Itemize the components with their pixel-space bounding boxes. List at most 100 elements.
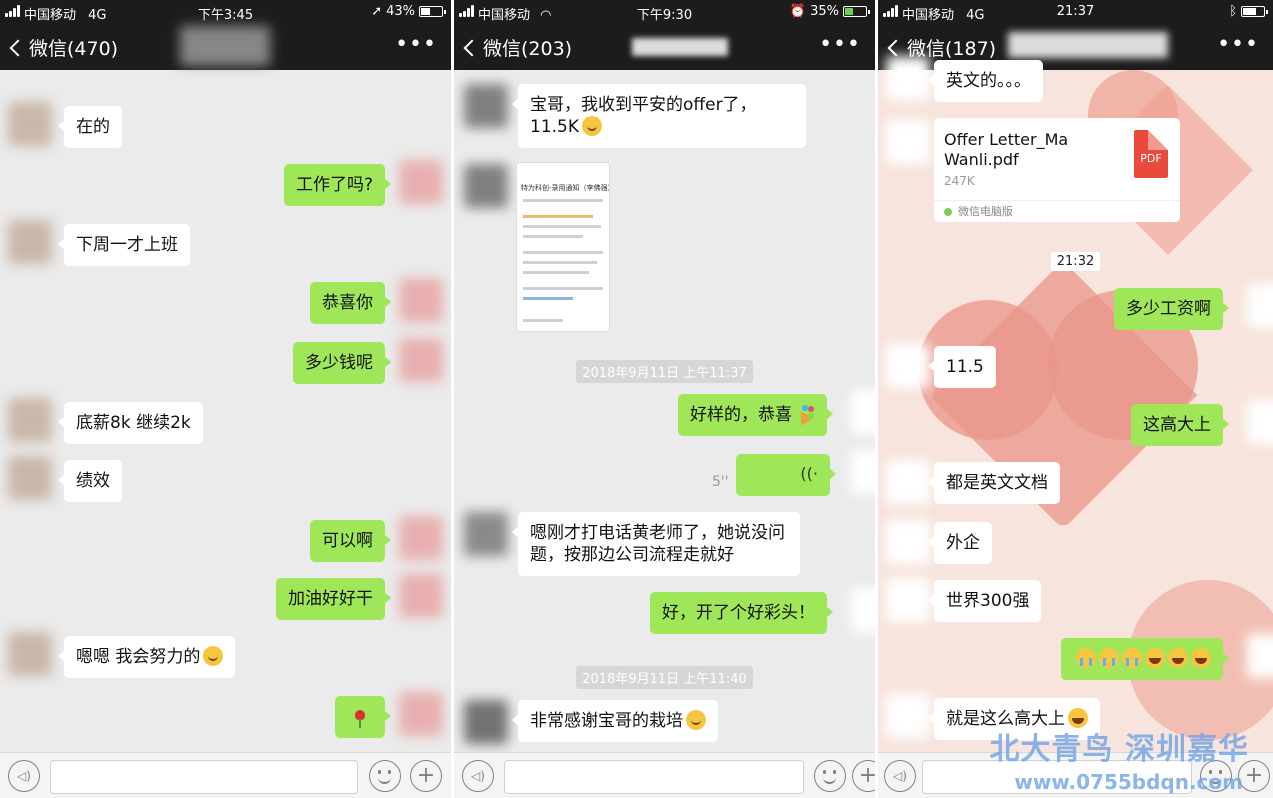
file-source: 微信电脑版: [934, 200, 1180, 222]
chevron-left-icon: [9, 39, 27, 56]
message-bubble[interactable]: 加油好好干: [276, 578, 391, 620]
avatar[interactable]: [1247, 400, 1273, 444]
emoji-icon: [582, 116, 602, 136]
avatar[interactable]: [399, 160, 443, 204]
laughing-icon: [1145, 648, 1165, 668]
avatar[interactable]: [399, 516, 443, 560]
message-bubble[interactable]: 嗯嗯 我会努力的: [57, 636, 236, 678]
crying-laughing-icon: [1076, 648, 1096, 668]
message-bubble[interactable]: [335, 696, 391, 738]
pdf-file-icon: PDF: [1134, 130, 1168, 178]
message-bubble[interactable]: 英文的。。。: [928, 60, 1043, 102]
message-bubble[interactable]: 底薪8k 继续2k: [58, 402, 203, 444]
location-icon: ➚: [371, 4, 383, 19]
status-bar: 中国移动 4G 下午3:45 ➚ 43%: [0, 0, 451, 24]
voice-input-button[interactable]: ◁): [884, 760, 916, 792]
avatar[interactable]: [399, 574, 443, 618]
file-message[interactable]: Offer Letter_Ma Wanli.pdf 247K PDF 微信电脑版: [934, 118, 1180, 222]
message-bubble[interactable]: 好，开了个好彩头！: [650, 592, 833, 634]
message-bubble[interactable]: 世界300强: [927, 580, 1042, 622]
message-bubble[interactable]: 在的: [58, 106, 122, 148]
avatar[interactable]: [886, 578, 930, 622]
plus-button[interactable]: +: [852, 760, 875, 792]
avatar[interactable]: [1247, 284, 1273, 328]
back-button[interactable]: 微信(470): [8, 34, 118, 61]
blurred-contact-name: [1008, 32, 1168, 58]
avatar[interactable]: [886, 120, 930, 164]
avatar[interactable]: [851, 390, 875, 434]
voice-input-button[interactable]: ◁): [8, 760, 40, 792]
chevron-left-icon: [463, 39, 481, 56]
avatar[interactable]: [886, 694, 930, 738]
more-icon[interactable]: •••: [395, 34, 437, 56]
message-bubble[interactable]: 11.5: [928, 346, 996, 388]
avatar[interactable]: [8, 398, 52, 442]
crying-laughing-icon: [1099, 648, 1119, 668]
chevron-left-icon: [887, 39, 905, 56]
message-list: 宝哥，我收到平安的offer了，11.5K 特为科创-录用通知（李佛强） 201…: [454, 70, 875, 752]
avatar[interactable]: [464, 512, 508, 556]
voice-message[interactable]: ((·: [736, 454, 836, 496]
nav-bar: 微信(203) •••: [454, 24, 875, 70]
avatar[interactable]: [8, 102, 52, 146]
message-bubble[interactable]: 宝哥，我收到平安的offer了，11.5K: [512, 84, 806, 148]
timestamp: 21:32: [878, 250, 1273, 271]
avatar[interactable]: [851, 450, 875, 494]
message-bubble[interactable]: 绩效: [58, 460, 122, 502]
back-label: 微信(470): [29, 38, 119, 60]
back-label: 微信(203): [483, 38, 573, 60]
message-bubble[interactable]: [1061, 638, 1229, 680]
emoji-icon: [686, 710, 706, 730]
back-button[interactable]: 微信(203): [462, 34, 572, 61]
watermark-url: www.0755bdqn.com: [1014, 770, 1243, 794]
message-bubble[interactable]: 都是英文文档: [928, 462, 1060, 504]
emoji-button[interactable]: [369, 760, 401, 792]
battery-percent: 35%: [810, 4, 839, 19]
timestamp: 2018年9月11日 上午11:37: [454, 360, 875, 383]
avatar[interactable]: [399, 338, 443, 382]
chat-screen-3: 中国移动 4G 21:37 ᛒ 微信(187) ••• 英文的。。。 Offer…: [878, 0, 1273, 798]
avatar[interactable]: [399, 692, 443, 736]
avatar[interactable]: [851, 588, 875, 632]
message-bubble[interactable]: 外企: [928, 522, 992, 564]
avatar[interactable]: [8, 632, 52, 676]
avatar[interactable]: [464, 84, 508, 128]
plus-button[interactable]: +: [410, 760, 442, 792]
avatar[interactable]: [886, 344, 930, 388]
message-bubble[interactable]: 可以啊: [310, 520, 391, 562]
avatar[interactable]: [886, 460, 930, 504]
avatar[interactable]: [464, 700, 508, 744]
file-size: 247K: [944, 174, 975, 188]
avatar[interactable]: [1247, 634, 1273, 678]
chat-screen-1: 中国移动 4G 下午3:45 ➚ 43% 微信(470) ••• 在的 工作了吗…: [0, 0, 451, 798]
timestamp: 2018年9月11日 上午11:40: [454, 666, 875, 689]
avatar[interactable]: [8, 456, 52, 500]
message-bubble[interactable]: 多少钱呢: [293, 342, 391, 384]
rose-icon: [355, 710, 365, 728]
message-input[interactable]: [50, 760, 358, 794]
more-icon[interactable]: •••: [819, 34, 861, 56]
avatar[interactable]: [399, 278, 443, 322]
message-bubble[interactable]: 嗯刚才打电话黄老师了，她说没问题，按那边公司流程走就好: [512, 512, 800, 576]
message-bubble[interactable]: 下周一才上班: [58, 224, 190, 266]
avatar[interactable]: [886, 520, 930, 564]
message-input[interactable]: [504, 760, 804, 794]
more-icon[interactable]: •••: [1217, 34, 1259, 56]
message-list: 英文的。。。 Offer Letter_Ma Wanli.pdf 247K PD…: [878, 56, 1273, 752]
avatar[interactable]: [886, 56, 930, 100]
nav-bar: 微信(470) •••: [0, 24, 451, 70]
battery-percent: 43%: [386, 4, 415, 19]
avatar[interactable]: [8, 220, 52, 264]
image-message[interactable]: 特为科创-录用通知（李佛强）: [516, 162, 610, 332]
message-bubble[interactable]: 好样的，恭喜: [678, 394, 833, 436]
message-bubble[interactable]: 恭喜你: [310, 282, 391, 324]
voice-input-button[interactable]: ◁): [462, 760, 494, 792]
message-bubble[interactable]: 这高大上: [1131, 404, 1229, 446]
file-name: Offer Letter_Ma Wanli.pdf: [944, 130, 1069, 169]
message-bubble[interactable]: 工作了吗?: [283, 164, 392, 206]
emoji-button[interactable]: [814, 760, 846, 792]
voice-wave-icon: ((·: [800, 464, 818, 483]
message-bubble[interactable]: 多少工资啊: [1114, 288, 1229, 330]
avatar[interactable]: [464, 164, 508, 208]
message-bubble[interactable]: 非常感谢宝哥的栽培: [512, 700, 718, 742]
